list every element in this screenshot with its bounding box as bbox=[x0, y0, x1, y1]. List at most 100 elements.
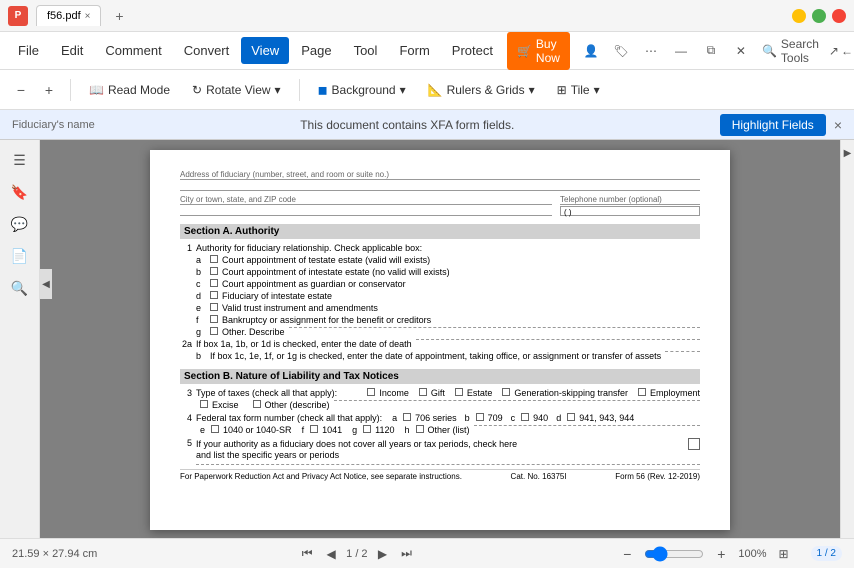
search-tools-btn[interactable]: 🔍 Search Tools bbox=[754, 33, 827, 69]
cb-generation[interactable] bbox=[502, 388, 510, 396]
row-4-second: e 1040 or 1040-SR f 1041 g 1120 h Other … bbox=[200, 425, 700, 435]
profile-icon[interactable]: 👤 bbox=[580, 40, 602, 62]
right-panel-collapse[interactable]: ▶ bbox=[844, 148, 852, 159]
menu-convert[interactable]: Convert bbox=[174, 37, 240, 64]
zoom-out-toolbar[interactable]: − bbox=[10, 79, 32, 101]
date-death-line bbox=[416, 339, 700, 340]
footer-cat-text: Cat. No. 16375I bbox=[511, 472, 567, 481]
last-page-btn[interactable]: ⏭ bbox=[398, 545, 416, 563]
menu-file[interactable]: File bbox=[8, 37, 49, 64]
minimize-btn[interactable] bbox=[792, 9, 806, 23]
rotate-icon: ↻ bbox=[192, 83, 202, 97]
menu-comment[interactable]: Comment bbox=[95, 37, 171, 64]
checkbox-1f[interactable] bbox=[210, 315, 218, 323]
background-btn[interactable]: ◼ Background ▾ bbox=[310, 78, 414, 102]
zoom-out-status[interactable]: − bbox=[616, 543, 638, 565]
row-3-header: 3 Type of taxes (check all that apply): … bbox=[180, 388, 700, 398]
generation-label: Generation-skipping transfer bbox=[514, 388, 628, 398]
row-5-text: If your authority as a fiduciary does no… bbox=[196, 439, 517, 449]
highlight-fields-btn[interactable]: Highlight Fields bbox=[720, 114, 826, 136]
badge-icon[interactable]: 🏷 bbox=[610, 40, 632, 62]
first-page-btn[interactable]: ⏮ bbox=[298, 545, 316, 563]
zoom-in-status[interactable]: + bbox=[710, 543, 732, 565]
close-btn[interactable] bbox=[832, 9, 846, 23]
rotate-view-btn[interactable]: ↻ Rotate View ▾ bbox=[184, 78, 289, 102]
page-fit-btn[interactable]: ⊞ bbox=[773, 543, 795, 565]
cb-estate[interactable] bbox=[455, 388, 463, 396]
checkbox-1e[interactable] bbox=[210, 303, 218, 311]
form-c-label: c bbox=[511, 413, 516, 423]
zoom-slider[interactable] bbox=[644, 546, 704, 562]
row-5-line2: and list the specific years or periods bbox=[196, 450, 700, 460]
cb-940[interactable] bbox=[521, 413, 529, 421]
next-page-btn[interactable]: ▶ bbox=[374, 545, 392, 563]
checkbox-1a[interactable] bbox=[210, 255, 218, 263]
toolbar: − + 📖 Read Mode ↻ Rotate View ▾ ◼ Backgr… bbox=[0, 70, 854, 110]
sidebar-thumbnails-icon[interactable]: ☰ bbox=[8, 148, 32, 172]
row-num-4: 4 bbox=[180, 413, 192, 423]
left-panel-collapse[interactable]: ◀ bbox=[40, 269, 52, 299]
city-field-area: City or town, state, and ZIP code bbox=[180, 195, 552, 216]
window-close-menu[interactable]: ✕ bbox=[730, 40, 752, 62]
cb-other-form[interactable] bbox=[416, 425, 424, 433]
buy-now-button[interactable]: 🛒 Buy Now bbox=[507, 32, 570, 70]
cb-706[interactable] bbox=[403, 413, 411, 421]
sidebar-pages-icon[interactable]: 📄 bbox=[8, 244, 32, 268]
new-tab-btn[interactable]: + bbox=[109, 6, 129, 26]
cb-employment[interactable] bbox=[638, 388, 646, 396]
cb-709[interactable] bbox=[476, 413, 484, 421]
checkbox-1b[interactable] bbox=[210, 267, 218, 275]
sidebar-search-icon[interactable]: 🔍 bbox=[8, 276, 32, 300]
share-btn[interactable]: ↗ bbox=[829, 40, 839, 62]
menu-form[interactable]: Form bbox=[389, 37, 439, 64]
menu-tool[interactable]: Tool bbox=[344, 37, 388, 64]
row-3-label: Type of taxes (check all that apply): bbox=[196, 388, 337, 398]
rulers-grids-btn[interactable]: 📐 Rulers & Grids ▾ bbox=[420, 78, 543, 102]
cb-1120[interactable] bbox=[363, 425, 371, 433]
cb-gift[interactable] bbox=[419, 388, 427, 396]
tile-btn[interactable]: ⊞ Tile ▾ bbox=[549, 78, 608, 102]
cb-other-tax[interactable] bbox=[253, 400, 261, 408]
prev-page-btn[interactable]: ◀ bbox=[322, 545, 340, 563]
maximize-btn[interactable] bbox=[812, 9, 826, 23]
menu-view[interactable]: View bbox=[241, 37, 289, 64]
window-controls bbox=[792, 9, 846, 23]
cb-1041[interactable] bbox=[310, 425, 318, 433]
row-d-text: Fiduciary of intestate estate bbox=[222, 291, 332, 301]
menu-page[interactable]: Page bbox=[291, 37, 341, 64]
read-mode-label: Read Mode bbox=[108, 83, 170, 97]
form-1041-label: 1041 bbox=[322, 425, 342, 435]
cb-excise[interactable] bbox=[200, 400, 208, 408]
background-arrow-icon: ▾ bbox=[400, 83, 406, 97]
cb-941[interactable] bbox=[567, 413, 575, 421]
sidebar-comments-icon[interactable]: 💬 bbox=[8, 212, 32, 236]
tab-close-btn[interactable]: × bbox=[85, 11, 91, 22]
read-mode-btn[interactable]: 📖 Read Mode bbox=[81, 78, 178, 102]
page-navigation: ⏮ ◀ 1 / 2 ▶ ⏭ bbox=[298, 545, 415, 563]
cb-1040[interactable] bbox=[211, 425, 219, 433]
menu-edit[interactable]: Edit bbox=[51, 37, 93, 64]
sidebar-bookmarks-icon[interactable]: 🔖 bbox=[8, 180, 32, 204]
letter-g: g bbox=[196, 327, 206, 337]
footer-paperwork-text: For Paperwork Reduction Act and Privacy … bbox=[180, 472, 462, 481]
cb-income[interactable] bbox=[367, 388, 375, 396]
row-4-header: 4 Federal tax form number (check all tha… bbox=[180, 413, 700, 423]
checkbox-1c[interactable] bbox=[210, 279, 218, 287]
menu-protect[interactable]: Protect bbox=[442, 37, 503, 64]
window-restore-menu[interactable]: ⧉ bbox=[700, 40, 722, 62]
gift-label: Gift bbox=[431, 388, 445, 398]
checkbox-1g[interactable] bbox=[210, 327, 218, 335]
income-label: Income bbox=[379, 388, 409, 398]
main-area: ☰ 🔖 💬 📄 🔍 ◀ Address of fiduciary (number… bbox=[0, 140, 854, 538]
cb-row5[interactable] bbox=[688, 438, 700, 450]
section-a-row-1: 1 Authority for fiduciary relationship. … bbox=[180, 243, 700, 253]
checkbox-1d[interactable] bbox=[210, 291, 218, 299]
zoom-controls: − + 100% ⊞ bbox=[616, 543, 794, 565]
menu-dots[interactable]: ⋯ bbox=[640, 40, 662, 62]
notification-close-btn[interactable]: × bbox=[834, 117, 842, 133]
back-btn[interactable]: ← bbox=[841, 40, 853, 62]
window-minimize-menu[interactable]: — bbox=[670, 40, 692, 62]
file-tab[interactable]: f56.pdf × bbox=[36, 5, 101, 26]
row-num-1: 1 bbox=[180, 243, 192, 253]
zoom-in-toolbar[interactable]: + bbox=[38, 79, 60, 101]
